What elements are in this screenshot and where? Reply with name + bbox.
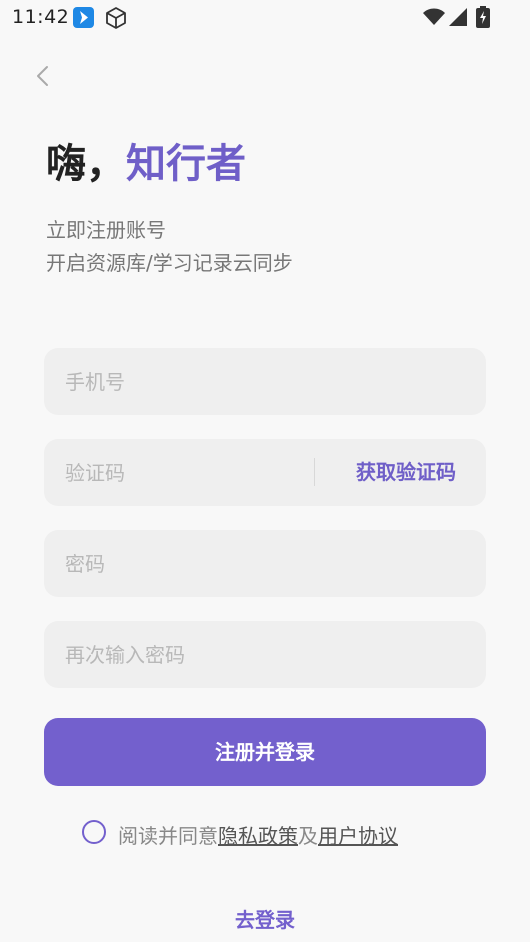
field-divider [314,458,315,486]
status-time: 11:42 [12,6,70,28]
privacy-policy-link[interactable]: 隐私政策 [218,824,298,848]
status-bar: 11:42 [0,0,530,36]
password-field-container [44,530,486,597]
user-agreement-link[interactable]: 用户协议 [318,824,398,848]
battery-charging-icon [476,6,490,32]
confirm-password-field-container [44,621,486,688]
go-login-link[interactable]: 去登录 [0,904,530,933]
greeting-highlight: 知行者 [126,141,246,187]
get-code-button[interactable]: 获取验证码 [356,439,456,506]
app-notification-icon [73,7,94,28]
subtitle-line-2: 开启资源库/学习记录云同步 [46,251,293,275]
password-input[interactable] [44,530,486,597]
cube-icon [104,6,128,30]
wifi-icon [423,8,445,30]
code-field-container: 获取验证码 [44,439,486,506]
agreement-checkbox[interactable] [82,820,106,844]
chevron-left-icon [30,66,56,94]
page-title: 嗨，知行者 [46,138,246,190]
greeting-prefix: 嗨， [46,141,126,187]
cell-signal-icon [449,8,467,30]
verification-code-input[interactable] [44,439,314,506]
agreement-text: 阅读并同意隐私政策及用户协议 [118,820,398,849]
confirm-password-input[interactable] [44,621,486,688]
register-login-button[interactable]: 注册并登录 [44,718,486,786]
back-button[interactable] [30,62,56,90]
agreement-conjunction: 及 [298,824,318,848]
phone-field-container [44,348,486,415]
phone-input[interactable] [44,348,486,415]
agreement-prefix: 阅读并同意 [118,824,218,848]
subtitle-line-1: 立即注册账号 [46,218,166,242]
